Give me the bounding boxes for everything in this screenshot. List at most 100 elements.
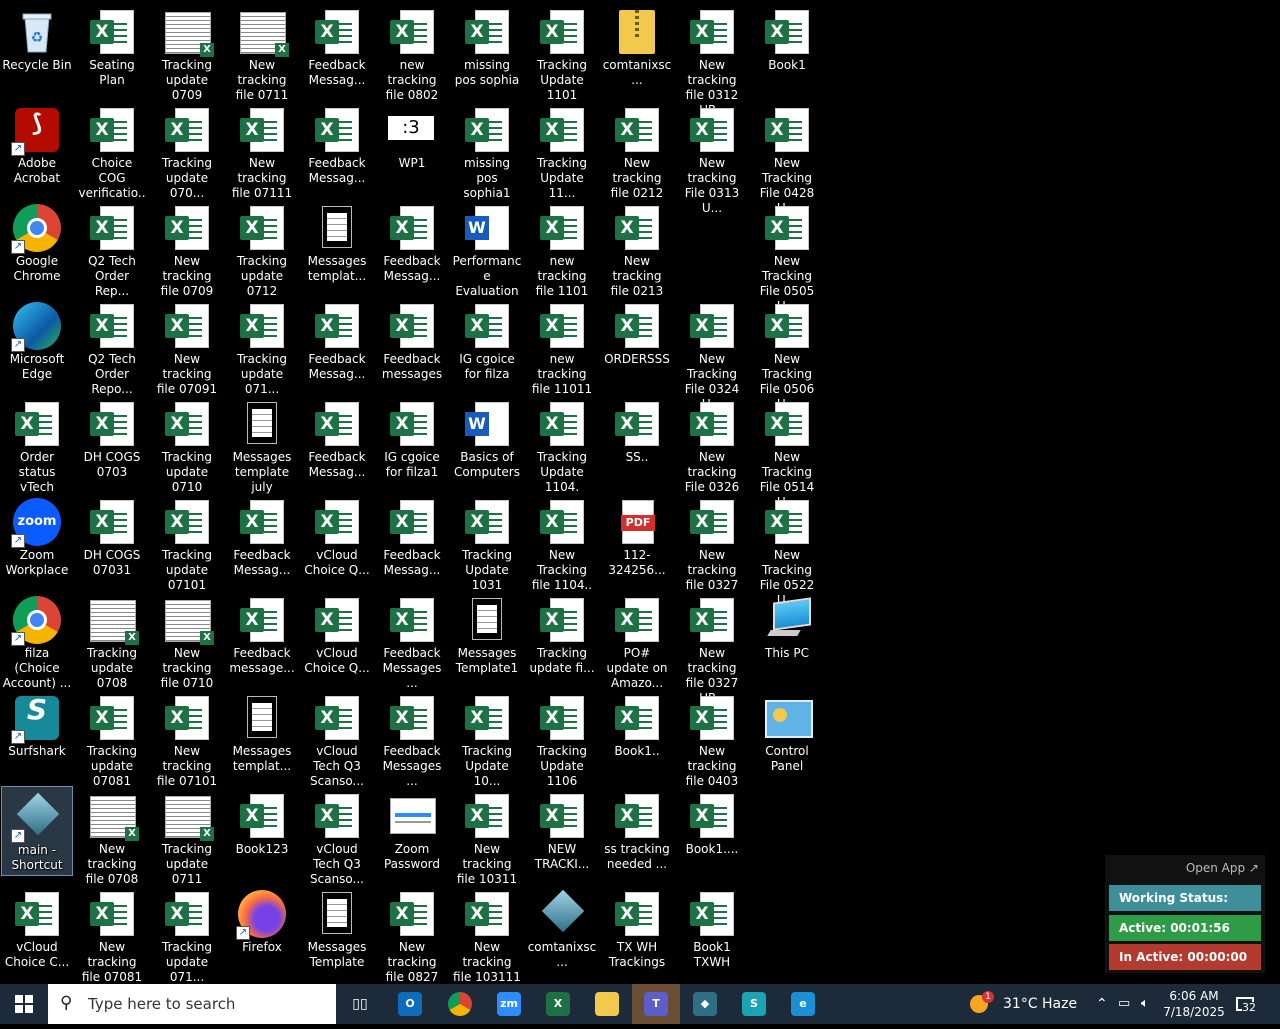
desktop-icon[interactable]: XNew tracking file 0327 UP... [676,590,748,705]
desktop-icon[interactable]: X New tracking file 10311 [451,786,523,886]
desktop-icon[interactable]: X Tracking update 0710 [151,394,223,494]
desktop-icon[interactable]: X IG cgoice for filza1 [376,394,448,484]
desktop-icon[interactable]: X Book1 [751,2,823,92]
desktop-icon[interactable]: X Feedback Messag... [226,492,298,582]
desktop-icon[interactable]: X DH COGS 07031 [76,492,148,582]
desktop-icon[interactable]: S ↗ Surfshark [1,688,73,778]
surfshark-button[interactable]: S [730,984,778,1024]
desktop-icon[interactable]: X Tracking update 0709 [151,2,223,102]
desktop-icon[interactable]: Xss tracking needed ... [601,786,673,876]
desktop-icon[interactable]: X New tracking file 07091 [151,296,223,396]
desktop-icon[interactable]: Messages templat... [301,198,373,288]
desktop-icon[interactable]: Xnew tracking file 1101 [526,198,598,298]
desktop-icon[interactable]: X Tracking update 071... [151,884,223,984]
desktop-icon[interactable]: Messages Template [301,884,373,974]
desktop-icon[interactable]: This PC [751,590,823,680]
desktop[interactable]: ♻ Recycle Bin X Seating Plan X Tracking updat… [0,0,1280,984]
desktop-icon[interactable]: X Tracking update 070... [151,100,223,200]
desktop-icon[interactable]: X Feedback Messages ... [376,590,448,690]
desktop-icon[interactable]: X Tracking Update 1031 [451,492,523,592]
desktop-icon[interactable]: X Tracking update 0711 [151,786,223,886]
desktop-icon[interactable]: X New tracking File 0326 [676,394,748,494]
desktop-icon[interactable]: X New tracking file 07111 [226,100,298,200]
desktop-icon[interactable]: X New tracking file 0827 [376,884,448,984]
excel-button[interactable]: X [534,984,582,1024]
desktop-icon[interactable]: X Tracking update 0708 [76,590,148,690]
desktop-icon[interactable]: X New tracking file 0327 [676,492,748,592]
desktop-icon[interactable]: X Tracking update fi... [526,590,598,680]
desktop-icon[interactable]: Messages templat... [226,688,298,778]
open-app-link[interactable]: Open App ↗ [1186,861,1259,875]
desktop-icon[interactable]: X Order status vTech [1,394,73,494]
desktop-icon[interactable]: X Tracking Update 1101 [526,2,598,102]
desktop-icon[interactable]: Xnew tracking file 0802 [376,2,448,102]
desktop-icon[interactable]: X NEW TRACKI... [526,786,598,876]
desktop-icon[interactable]: X SS.. [601,394,673,484]
desktop-icon[interactable]: X New Tracking file 1104.. [526,492,598,592]
desktop-icon[interactable]: X Feedback Messag... [376,492,448,582]
desktop-icon[interactable]: X Feedback Messages ... [376,688,448,788]
desktop-icon[interactable]: ↗ filza (Choice Account) ... [1,590,73,690]
desktop-icon[interactable]: zoom ↗ Zoom Workplace [1,492,73,582]
desktop-icon[interactable]: Zoom Password [376,786,448,876]
desktop-icon[interactable]: ↗ Microsoft Edge [1,296,73,386]
desktop-icon[interactable]: XvCloud Choice C... [1,884,73,974]
desktop-icon[interactable]: XvCloud Tech Q3 Scanso... [301,786,373,886]
desktop-icon[interactable]: X New tracking file 0709 [151,198,223,298]
desktop-icon[interactable]: Messages template july [226,394,298,494]
desktop-icon[interactable]: X DH COGS 0703 [76,394,148,484]
desktop-icon[interactable]: XvCloud Choice Q... [301,590,373,680]
desktop-icon[interactable]: X Tracking update 07081 [76,688,148,788]
desktop-icon[interactable]: comtanixsc... [601,2,673,92]
taskbar-search-box[interactable]: ⚲ Type here to search [48,984,336,1024]
zoom-button[interactable]: zm [485,984,533,1024]
start-button[interactable] [0,984,48,1024]
chevron-up-icon[interactable]: ⌃ [1096,984,1108,1024]
desktop-icon[interactable]: ⟆ ↗ Adobe Acrobat [1,100,73,190]
desktop-icon[interactable]: ♻ Recycle Bin [1,2,73,92]
desktop-icon[interactable]: X Feedback Messag... [301,100,373,190]
desktop-icon[interactable]: X Feedback Messag... [301,394,373,484]
desktop-icon[interactable]: X Book1 TXWH [676,884,748,974]
desktop-icon[interactable]: X IG cgoice for filza [451,296,523,386]
desktop-icon[interactable]: X Feedback Messag... [301,2,373,92]
desktop-icon[interactable]: Xmissing pos sophia1 [451,100,523,200]
desktop-icon[interactable]: XNew Tracking File 0514 U... [751,394,823,509]
desktop-icon[interactable]: X Book1.. [601,688,673,778]
desktop-icon[interactable]: X New tracking File 0313 U... [676,100,748,215]
desktop-icon[interactable]: X New tracking file 0213 [601,198,673,298]
desktop-icon[interactable]: X Feedback Messag... [301,296,373,386]
desktop-icon[interactable]: X Seating Plan [76,2,148,92]
desktop-icon[interactable]: WPerformance Evaluation ... [451,198,523,313]
desktop-icon[interactable]: Xnew tracking file 11011 [526,296,598,396]
edge-button[interactable]: e [779,984,827,1024]
desktop-icon[interactable]: X Tracking Update 10... [451,688,523,788]
desktop-icon[interactable]: XvCloud Tech Q3 Scanso... [301,688,373,788]
desktop-icon[interactable]: X Tracking update 07101 [151,492,223,592]
desktop-icon[interactable]: comtanixsc... [526,884,598,974]
outlook-button[interactable]: O [386,984,434,1024]
weather-condition[interactable]: Haze [1042,984,1077,1024]
desktop-icon[interactable]: X New tracking file 0708 [76,786,148,886]
desktop-icon[interactable]: XNew Tracking File 0506 U... [751,296,823,411]
desktop-icon[interactable]: ↗ Firefox [226,884,298,974]
desktop-icon[interactable]: X Tracking Update 1104. [526,394,598,494]
desktop-icon[interactable]: XNew Tracking File 0428 U... [751,100,823,215]
file-explorer-button[interactable] [583,984,631,1024]
chrome-button[interactable] [436,984,484,1024]
desktop-icon[interactable]: W Basics of Computers [451,394,523,484]
desktop-icon[interactable]: Xmissing pos sophia [451,2,523,92]
desktop-icon[interactable]: ↗ Google Chrome [1,198,73,288]
desktop-icon[interactable]: X Q2 Tech Order Repo... [76,296,148,396]
desktop-icon[interactable]: XNew Tracking File 0505 U... [751,198,823,313]
desktop-icon[interactable]: XChoice COG verificatio... [76,100,148,215]
desktop-icon[interactable]: XNew tracking file 0312 UP... [676,2,748,117]
desktop-icon[interactable]: X New tracking file 0711 [226,2,298,102]
desktop-icon[interactable]: X New tracking file 103111 [451,884,523,984]
desktop-icon[interactable]: X Feedback messages [376,296,448,386]
desktop-icon[interactable]: X Tracking update 0712 [226,198,298,298]
weather-icon[interactable]: 1 [970,984,996,1024]
clock[interactable]: 6:06 AM 7/18/2025 [1160,984,1228,1028]
desktop-icon[interactable]: X Q2 Tech Order Rep... [76,198,148,298]
notification-button[interactable]: 32 [1236,984,1266,1024]
